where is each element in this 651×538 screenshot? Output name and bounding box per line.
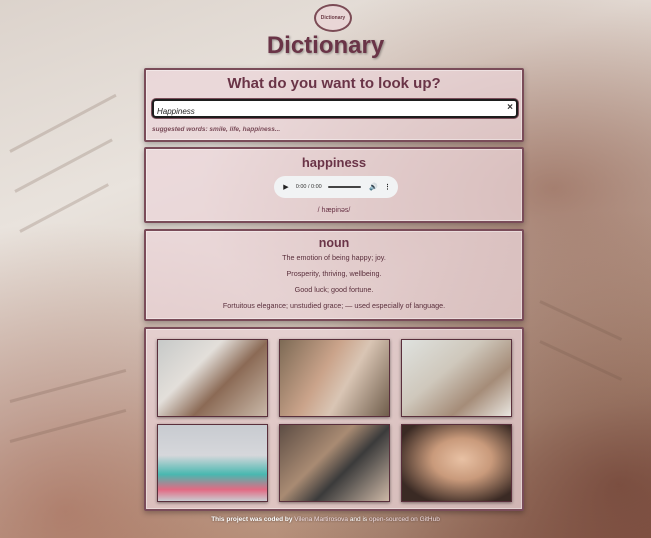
photo-2[interactable] <box>279 339 390 417</box>
page-title: Dictionary <box>266 32 385 59</box>
photo-1[interactable] <box>157 339 268 417</box>
footer: This project was coded by Vilena Martiro… <box>0 516 651 523</box>
photo-3[interactable] <box>401 339 512 417</box>
definition-item: Prosperity, thriving, wellbeing. <box>286 269 382 278</box>
photo-5[interactable] <box>279 424 390 502</box>
more-options-icon[interactable]: ⋮ <box>384 183 391 191</box>
footer-middle: and is <box>349 516 368 523</box>
photo-6[interactable] <box>401 424 512 502</box>
clear-x-icon[interactable]: × <box>507 102 513 113</box>
search-box: × <box>152 99 518 119</box>
audio-progress-slider[interactable] <box>327 186 362 188</box>
github-link[interactable]: open-sourced on GitHub <box>369 516 440 523</box>
logo-text: Dictionary <box>320 14 346 21</box>
volume-icon[interactable]: 🔊 <box>369 183 378 191</box>
author-link[interactable]: Vilena Martirosova <box>294 516 348 523</box>
definition-item: Fortuitous elegance; unstudied grace; — … <box>222 301 446 310</box>
word-heading: happiness <box>301 155 367 170</box>
part-of-speech: noun <box>318 236 350 250</box>
search-card: What do you want to look up? × suggested… <box>144 68 524 142</box>
phonetic-text: / hæpinəs/ <box>317 207 351 214</box>
definition-item: Good luck; good fortune. <box>294 285 374 294</box>
definition-item: The emotion of being happy; joy. <box>282 253 386 262</box>
search-input[interactable] <box>154 104 497 119</box>
photo-4[interactable] <box>157 424 268 502</box>
word-card: happiness ▶ 0:00 / 0:00 🔊 ⋮ / hæpinəs/ <box>144 147 524 223</box>
suggested-words: suggested words: smile, life, happiness.… <box>152 126 281 133</box>
logo: Dictionary <box>314 4 352 32</box>
images-card <box>144 327 524 511</box>
footer-prefix: This project was coded by <box>211 516 293 523</box>
play-icon[interactable]: ▶ <box>281 183 291 191</box>
definition-card: noun The emotion of being happy; joy. Pr… <box>144 229 524 321</box>
audio-player[interactable]: ▶ 0:00 / 0:00 🔊 ⋮ <box>274 176 398 198</box>
search-question: What do you want to look up? <box>227 75 441 92</box>
audio-time: 0:00 / 0:00 <box>295 184 322 190</box>
